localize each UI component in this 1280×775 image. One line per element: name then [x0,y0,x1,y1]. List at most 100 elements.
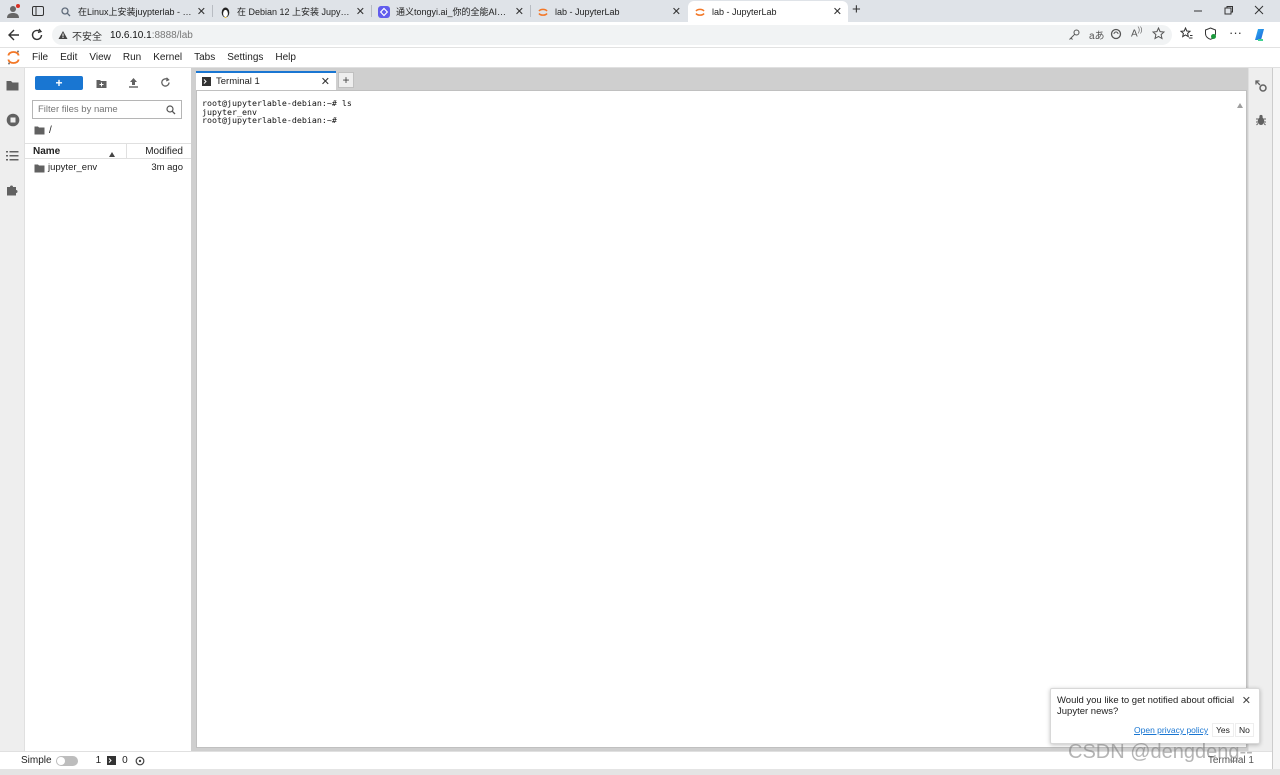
menu-kernel[interactable]: Kernel [147,52,188,63]
add-tab-label: + [342,73,350,87]
read-aloud-icon[interactable]: A)) [1131,27,1142,39]
terminal-icon [202,77,211,86]
running-sessions-icon[interactable] [5,112,20,127]
jupyter-logo-icon [537,6,549,18]
jupyter-logo-icon [694,6,706,18]
close-icon[interactable]: ✕ [321,75,330,88]
filter-files-field[interactable] [32,100,182,119]
copilot-icon[interactable] [1252,27,1267,45]
menu-help[interactable]: Help [269,52,302,63]
url-path: :8888/lab [151,29,193,41]
debugger-bug-icon[interactable] [1255,114,1267,129]
close-icon[interactable]: ✕ [1242,694,1251,707]
file-list-header: Name Modified [25,143,191,159]
menu-tabs[interactable]: Tabs [188,52,221,63]
kernel-count[interactable]: 0 [122,755,128,766]
tab-terminal-1[interactable]: Terminal 1 ✕ [196,71,336,90]
browser-essentials-icon[interactable] [1204,27,1217,43]
taskbar-strip [0,769,1280,775]
close-icon[interactable]: ✕ [356,5,365,18]
close-icon[interactable]: ✕ [515,5,524,18]
breadcrumb-root[interactable]: / [49,125,52,136]
close-window-icon[interactable] [1253,4,1265,16]
translate-icon[interactable]: aあ [1089,27,1105,42]
yes-button[interactable]: Yes [1212,723,1234,737]
address-bar[interactable]: 不安全 10.6.10.1:8888/lab [52,25,1172,45]
right-sidebar [1248,68,1272,751]
restore-window-icon[interactable] [1222,4,1234,16]
menu-file[interactable]: File [26,52,54,63]
terminal-panel[interactable]: root@jupyterlable-debian:~# ls jupyter_e… [196,90,1247,748]
simple-mode-toggle[interactable] [55,755,78,766]
scroll-up-arrow-icon[interactable] [1237,97,1243,111]
browser-tab-label: 通义tongyi.ai_你的全能AI助手-通 [396,7,511,17]
breadcrumb: / [34,125,52,136]
jupyter-menubar: File Edit View Run Kernel Tabs Settings … [0,48,1280,68]
upload-icon[interactable] [128,77,139,91]
close-icon[interactable]: ✕ [197,5,206,18]
browser-tab-search[interactable]: 在Linux上安装juypterlab - 搜索 ✕ [54,1,212,22]
folder-icon[interactable] [5,78,20,93]
no-button[interactable]: No [1235,723,1254,737]
folder-icon[interactable] [34,126,45,135]
desktop-edge-strip [1272,68,1280,775]
browser-tab-jupyter-active[interactable]: lab - JupyterLab ✕ [688,1,848,22]
table-of-contents-icon[interactable] [5,148,20,163]
refresh-circle-icon[interactable] [1110,28,1122,43]
terminal-line: root@jupyterlable-debian:~# [202,115,337,126]
favorites-icon[interactable] [1179,26,1193,43]
search-icon [166,104,176,115]
reload-icon[interactable] [28,26,46,44]
url-host: 10.6.10.1 [110,29,152,41]
menu-run[interactable]: Run [117,52,147,63]
file-modified: 3m ago [151,162,183,173]
menu-settings[interactable]: Settings [221,52,269,63]
jupyter-logo-icon [0,50,26,65]
tongyi-logo-icon [378,5,390,18]
privacy-policy-link[interactable]: Open privacy policy [1134,725,1208,735]
browser-tab-label: lab - JupyterLab [712,6,777,17]
property-inspector-icon[interactable] [1255,80,1267,95]
browser-tab-jupyter-1[interactable]: lab - JupyterLab ✕ [531,1,687,22]
close-icon[interactable]: ✕ [833,5,842,18]
menu-view[interactable]: View [83,52,117,63]
extension-puzzle-icon[interactable] [5,182,20,197]
file-browser: + / Name Modified jupyter_env 3m ago [25,68,191,751]
tab-actions-icon[interactable] [31,4,45,18]
browser-tab-debian[interactable]: 在 Debian 12 上安装 JupyterLab 并 ✕ [213,1,371,22]
warning-icon[interactable] [58,30,68,40]
browser-tab-label: 在 Debian 12 上安装 JupyterLab 并 [237,7,352,17]
refresh-icon[interactable] [160,77,171,91]
browser-tab-label: lab - JupyterLab [555,6,620,17]
file-name: jupyter_env [48,162,98,173]
back-arrow-icon[interactable] [4,26,22,44]
new-launcher-button[interactable]: + [35,76,83,90]
watermark: CSDN @dengdeng-- [1068,741,1253,763]
new-launcher-label: + [55,76,63,90]
news-notification: Would you like to get notified about off… [1050,688,1260,744]
favorite-star-icon[interactable] [1151,26,1166,43]
sort-ascending-icon[interactable] [109,149,115,160]
kernel-gear-icon[interactable] [135,756,145,766]
security-label[interactable]: 不安全 [72,28,102,43]
new-tab-button[interactable]: + [852,1,861,18]
file-list-item[interactable]: jupyter_env 3m ago [25,160,191,176]
filter-files-input[interactable] [38,104,166,115]
close-icon[interactable]: ✕ [672,5,681,18]
penguin-icon [219,6,231,18]
add-tab-button[interactable]: + [338,72,354,88]
key-icon[interactable] [1068,29,1080,44]
notification-message: Would you like to get notified about off… [1057,695,1235,717]
simple-mode-label: Simple [21,755,52,766]
browser-tab-label: 在Linux上安装juypterlab - 搜索 [78,7,193,17]
column-header-name[interactable]: Name [33,146,60,157]
terminal-output[interactable]: root@jupyterlable-debian:~# ls jupyter_e… [202,99,352,125]
new-folder-icon[interactable] [96,78,107,92]
minimize-window-icon[interactable] [1192,4,1204,16]
terminal-count[interactable]: 1 [96,755,102,766]
menu-edit[interactable]: Edit [54,52,83,63]
browser-tab-tongyi[interactable]: 通义tongyi.ai_你的全能AI助手-通 ✕ [372,1,530,22]
column-header-modified[interactable]: Modified [145,146,183,157]
profile-icon[interactable] [6,4,20,18]
more-options-icon[interactable]: ··· [1229,25,1242,40]
